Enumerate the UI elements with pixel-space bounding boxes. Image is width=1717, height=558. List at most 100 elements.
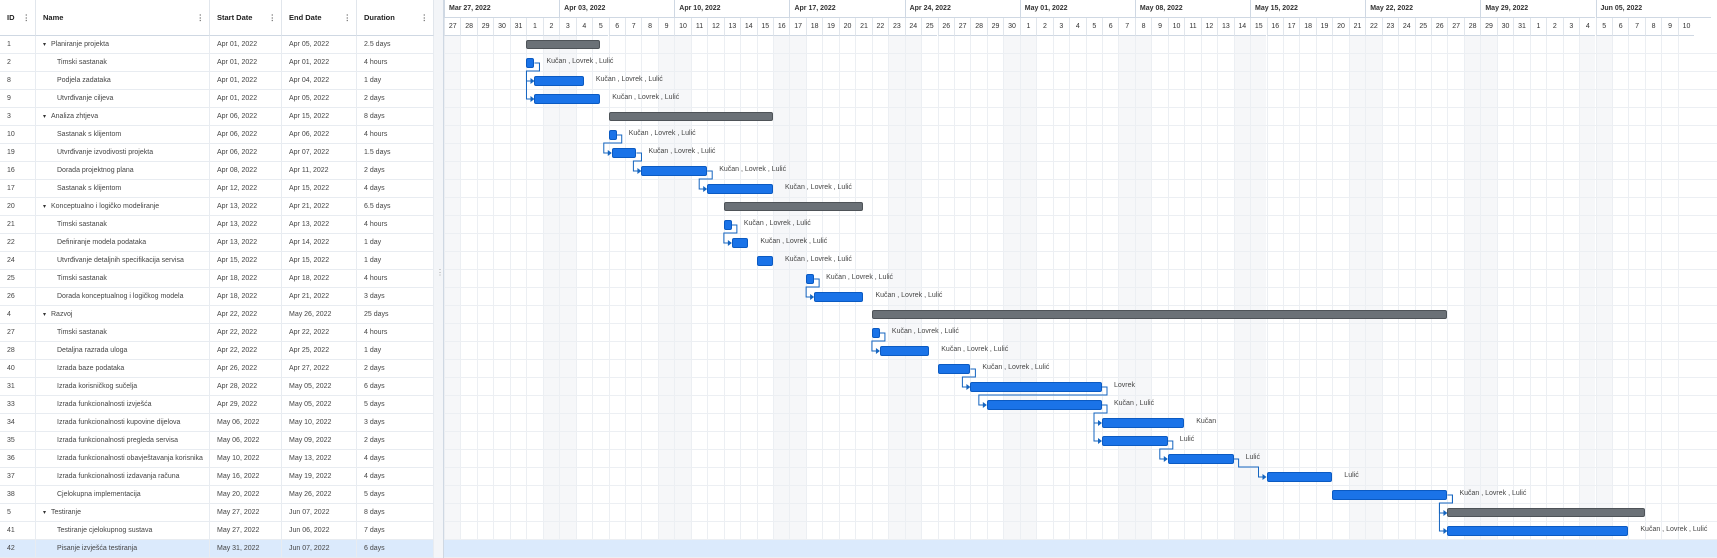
column-menu-icon[interactable]: ⋮ [344, 0, 352, 36]
task-bar[interactable] [707, 184, 773, 194]
task-bar[interactable] [871, 328, 880, 338]
table-row[interactable]: 35 Izrada funkcionalnosti pregleda servis… [0, 432, 434, 450]
table-row[interactable]: 24 Utvrđivanje detaljnih specifikacija se… [0, 252, 434, 270]
task-bar[interactable] [608, 130, 617, 140]
table-row[interactable]: 19 Utvrđivanje izvodivosti projekta Apr 06… [0, 144, 434, 162]
task-bar[interactable] [534, 94, 601, 104]
column-header-name[interactable]: Name ⋮ [36, 0, 210, 36]
cell-start: Apr 28, 2022 [210, 378, 282, 396]
cell-duration: 2 days [357, 360, 434, 378]
cell-duration: 4 days [357, 450, 434, 468]
cell-start: Apr 15, 2022 [210, 252, 282, 270]
table-row[interactable]: 1 ▾ Planiranje projekta Apr 01, 2022 Apr 05,… [0, 36, 434, 54]
table-row[interactable]: 37 Izrada funkcionalnosti izdavanja račun… [0, 468, 434, 486]
cell-text: 25 days [364, 311, 389, 318]
cell-text: 26 [7, 293, 15, 300]
resource-label: Kučan , Lovrek , Lulić [628, 130, 696, 137]
task-bar[interactable] [723, 220, 732, 230]
cell-name: Definiranje modela podataka [36, 234, 210, 252]
table-row[interactable]: 26 Dorada konceptualnog i logičkog modela… [0, 288, 434, 306]
task-bar[interactable] [1447, 526, 1629, 536]
table-row[interactable]: 28 Detaljna razrada uloga Apr 22, 2022 Apr … [0, 342, 434, 360]
table-row[interactable]: 25 Timski sastanak Apr 18, 2022 Apr 18, 202… [0, 270, 434, 288]
cell-duration: 3 days [357, 414, 434, 432]
task-bar[interactable] [1266, 472, 1333, 482]
table-row[interactable]: 16 Dorada projektnog plana Apr 08, 2022 Apr… [0, 162, 434, 180]
task-bar[interactable] [1102, 418, 1185, 428]
cell-end: Apr 21, 2022 [282, 198, 357, 216]
table-row[interactable]: 9 Utvrđivanje ciljeva Apr 01, 2022 Apr 05, … [0, 90, 434, 108]
table-row[interactable]: 8 Podjela zadataka Apr 01, 2022 Apr 04, 202… [0, 72, 434, 90]
column-menu-icon[interactable]: ⋮ [23, 0, 31, 36]
task-bar[interactable] [986, 400, 1102, 410]
task-bar[interactable] [534, 76, 584, 86]
column-header-id[interactable]: ID ⋮ [0, 0, 36, 36]
table-row[interactable]: 38 Cjelokupna implementacija May 20, 2022 M… [0, 486, 434, 504]
cell-end: Apr 21, 2022 [282, 288, 357, 306]
table-row[interactable]: 31 Izrada korisničkog sučelja Apr 28, 2022… [0, 378, 434, 396]
expand-caret-icon[interactable]: ▾ [43, 306, 51, 324]
expand-caret-icon[interactable]: ▾ [43, 504, 51, 522]
table-row[interactable]: 5 ▾ Testiranje May 27, 2022 Jun 07, 2022 8 da… [0, 504, 434, 522]
cell-text: Apr 22, 2022 [289, 329, 330, 336]
column-menu-icon[interactable]: ⋮ [269, 0, 277, 36]
expand-caret-icon[interactable]: ▾ [43, 36, 51, 54]
task-bar[interactable] [526, 58, 535, 68]
summary-bar[interactable] [1447, 508, 1645, 517]
task-bar[interactable] [731, 238, 749, 248]
table-row[interactable]: 42 Pisanje izvješća testiranja May 31, 202… [0, 540, 434, 558]
cell-text: May 10, 2022 [289, 419, 332, 426]
cell-start: Apr 06, 2022 [210, 126, 282, 144]
resource-label: Kučan , Lovrek , Lulić [546, 58, 614, 65]
expand-caret-icon[interactable]: ▾ [43, 108, 51, 126]
summary-bar[interactable] [526, 40, 601, 49]
table-row[interactable]: 33 Izrada funkcionalnosti izvješća Apr 29,… [0, 396, 434, 414]
table-row[interactable]: 22 Definiranje modela podataka Apr 13, 202… [0, 234, 434, 252]
task-bar[interactable] [1167, 454, 1234, 464]
expand-caret-icon[interactable]: ▾ [43, 198, 51, 216]
summary-bar[interactable] [608, 112, 773, 121]
table-row[interactable]: 40 Izrada baze podataka Apr 26, 2022 Apr 27… [0, 360, 434, 378]
task-bar[interactable] [814, 292, 864, 302]
cell-start: May 20, 2022 [210, 486, 282, 504]
task-bar[interactable] [1332, 490, 1448, 500]
table-row[interactable]: 4 ▾ Razvoj Apr 22, 2022 May 26, 2022 25 days [0, 306, 434, 324]
cell-id: 2 [0, 54, 36, 72]
column-header-duration[interactable]: Duration ⋮ [357, 0, 434, 36]
task-bar[interactable] [1102, 436, 1168, 446]
table-row[interactable]: 17 Sastanak s klijentom Apr 12, 2022 Apr 15… [0, 180, 434, 198]
table-row[interactable]: 21 Timski sastanak Apr 13, 2022 Apr 13, 202… [0, 216, 434, 234]
table-row[interactable]: 36 Izrada funkcionalnosti obavještavanja … [0, 450, 434, 468]
summary-bar[interactable] [871, 310, 1448, 319]
cell-duration: 1 day [357, 252, 434, 270]
cell-end: Apr 13, 2022 [282, 216, 357, 234]
table-row[interactable]: 3 ▾ Analiza zhtjeva Apr 06, 2022 Apr 15, 202… [0, 108, 434, 126]
splitter-handle[interactable]: ⋮ [434, 0, 444, 558]
cell-text: Timski sastanak [57, 329, 107, 336]
cell-duration: 7 days [357, 522, 434, 540]
task-bar[interactable] [970, 382, 1102, 392]
task-bar[interactable] [756, 256, 773, 266]
cell-name: Utvrđivanje detaljnih specifikacija serv… [36, 252, 210, 270]
task-bar[interactable] [879, 346, 930, 356]
task-bar[interactable] [937, 364, 971, 374]
table-row[interactable]: 34 Izrada funkcionalnosti kupovine dijelo… [0, 414, 434, 432]
cell-text: 1 day [364, 347, 382, 354]
column-menu-icon[interactable]: ⋮ [421, 0, 429, 36]
table-row[interactable]: 27 Timski sastanak Apr 22, 2022 Apr 22, 202… [0, 324, 434, 342]
cell-duration: 1 day [357, 234, 434, 252]
column-header-end-date[interactable]: End Date ⋮ [282, 0, 357, 36]
cell-duration: 4 hours [357, 54, 434, 72]
table-row[interactable]: 2 Timski sastanak Apr 01, 2022 Apr 01, 2022… [0, 54, 434, 72]
summary-bar[interactable] [723, 202, 864, 211]
task-bar[interactable] [611, 148, 637, 158]
column-menu-icon[interactable]: ⋮ [197, 0, 205, 36]
table-row[interactable]: 41 Testiranje cjelokupnog sustava May 27, … [0, 522, 434, 540]
task-bar[interactable] [641, 166, 708, 176]
table-row[interactable]: 20 ▾ Konceptualno i logičko modeliranje Apr… [0, 198, 434, 216]
gantt-chart: 27 28 29 30 31 1 2 3 4 5 6 7 8 9 10 11 12 13 14 15 16 17 18 19 2… [444, 0, 1717, 558]
table-row[interactable]: 10 Sastanak s klijentom Apr 06, 2022 Apr 06… [0, 126, 434, 144]
task-bar[interactable] [805, 274, 815, 284]
splitter-grip-icon[interactable]: ⋮ [436, 268, 444, 277]
column-header-start-date[interactable]: Start Date ⋮ [210, 0, 282, 36]
